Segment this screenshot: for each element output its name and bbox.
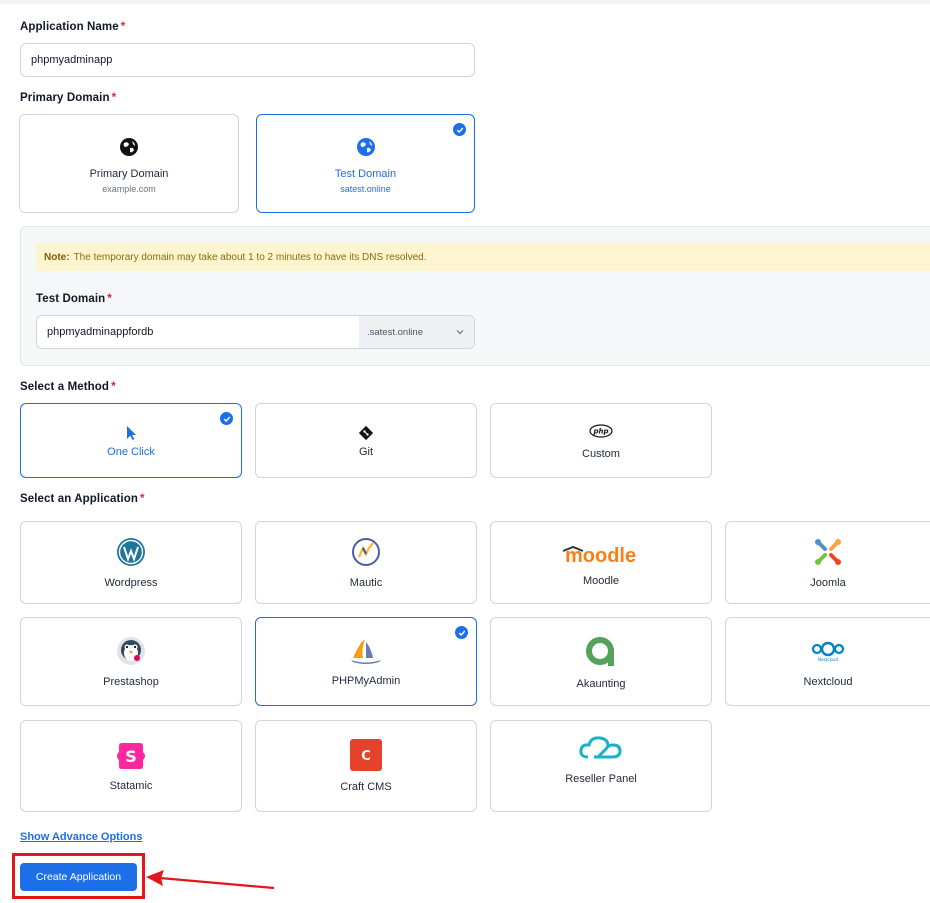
mautic-icon	[351, 537, 381, 567]
svg-text:php: php	[592, 427, 608, 435]
method-title: One Click	[107, 445, 155, 458]
app-wordpress[interactable]: Wordpress	[20, 521, 242, 604]
nextcloud-logo-text: Nextcloud	[818, 657, 839, 662]
test-domain-label: Test Domain *	[36, 293, 112, 305]
globe-icon	[119, 134, 139, 160]
svg-text:C: C	[361, 749, 371, 764]
application-label: Select an Application *	[20, 493, 145, 505]
method-custom[interactable]: php Custom	[490, 403, 712, 478]
app-moodle[interactable]: moodle Moodle	[490, 521, 712, 604]
statamic-icon: S	[115, 740, 147, 772]
git-icon	[358, 424, 374, 442]
option-title: Test Domain	[334, 167, 397, 180]
prestashop-icon	[116, 636, 146, 666]
app-mautic[interactable]: Mautic	[255, 521, 477, 604]
option-subtitle: satest.online	[340, 183, 391, 194]
app-title: Statamic	[109, 780, 153, 792]
app-reseller-panel[interactable]: Reseller Panel	[490, 720, 712, 812]
method-one-click[interactable]: One Click	[20, 403, 242, 478]
akaunting-icon	[585, 634, 617, 668]
app-title: Moodle	[582, 574, 620, 587]
svg-text:moodle: moodle	[565, 545, 636, 566]
app-statamic[interactable]: S Statamic	[20, 720, 242, 812]
craft-cms-icon: C	[350, 739, 382, 771]
domain-suffix-value: .satest.online	[367, 326, 423, 338]
svg-text:S: S	[125, 747, 137, 766]
method-title: Custom	[582, 447, 620, 460]
application-name-label: Application Name *	[20, 21, 126, 33]
test-domain-input[interactable]: phpmyadminappfordb	[37, 316, 359, 348]
joomla-icon	[813, 537, 843, 567]
app-craft-cms[interactable]: C Craft CMS	[255, 720, 477, 812]
test-domain-option[interactable]: Test Domain satest.online	[256, 114, 475, 213]
application-name-input[interactable]: phpmyadminapp	[20, 43, 475, 77]
option-subtitle: example.com	[102, 183, 156, 194]
php-icon: php	[589, 422, 613, 440]
check-icon	[453, 123, 466, 136]
primary-domain-label: Primary Domain *	[20, 92, 117, 104]
check-icon	[455, 626, 468, 639]
dns-note: Note: The temporary domain may take about…	[36, 243, 930, 271]
test-domain-field: phpmyadminappfordb .satest.online	[36, 315, 475, 349]
app-phpmyadmin[interactable]: PHPMyAdmin	[255, 617, 477, 706]
method-title: Git	[358, 445, 374, 458]
method-git[interactable]: Git	[255, 403, 477, 478]
app-title: Prestashop	[103, 675, 159, 688]
note-prefix: Note:	[44, 251, 70, 263]
wordpress-icon	[116, 537, 146, 567]
app-title: Craft CMS	[340, 781, 392, 793]
create-application-button[interactable]: Create Application	[20, 863, 137, 891]
app-nextcloud[interactable]: Nextcloud Nextcloud	[725, 617, 930, 706]
phpmyadmin-icon	[349, 637, 383, 667]
app-title: Akaunting	[576, 677, 626, 690]
moodle-logo: moodle	[561, 539, 641, 569]
cursor-icon	[124, 424, 138, 442]
show-advance-options-link[interactable]: Show Advance Options	[20, 831, 142, 843]
option-title: Primary Domain	[89, 167, 169, 180]
app-title: Mautic	[349, 576, 383, 589]
method-label: Select a Method *	[20, 381, 116, 393]
domain-suffix-select[interactable]: .satest.online	[359, 316, 474, 348]
chevron-down-icon	[456, 327, 464, 338]
top-border	[0, 0, 930, 4]
app-title: Wordpress	[104, 576, 158, 589]
primary-domain-option[interactable]: Primary Domain example.com	[19, 114, 239, 213]
app-title: Joomla	[810, 576, 846, 589]
app-akaunting[interactable]: Akaunting	[490, 617, 712, 706]
globe-icon	[356, 134, 376, 160]
app-title: PHPMyAdmin	[331, 674, 401, 687]
app-title: Reseller Panel	[565, 773, 637, 785]
app-prestashop[interactable]: Prestashop	[20, 617, 242, 706]
app-title: Nextcloud	[803, 675, 853, 688]
reseller-panel-icon	[578, 733, 624, 763]
nextcloud-icon: Nextcloud	[808, 636, 848, 666]
annotation-arrow-icon	[146, 870, 275, 890]
check-icon	[220, 412, 233, 425]
app-joomla[interactable]: Joomla	[725, 521, 930, 604]
note-text: The temporary domain may take about 1 to…	[73, 251, 427, 263]
